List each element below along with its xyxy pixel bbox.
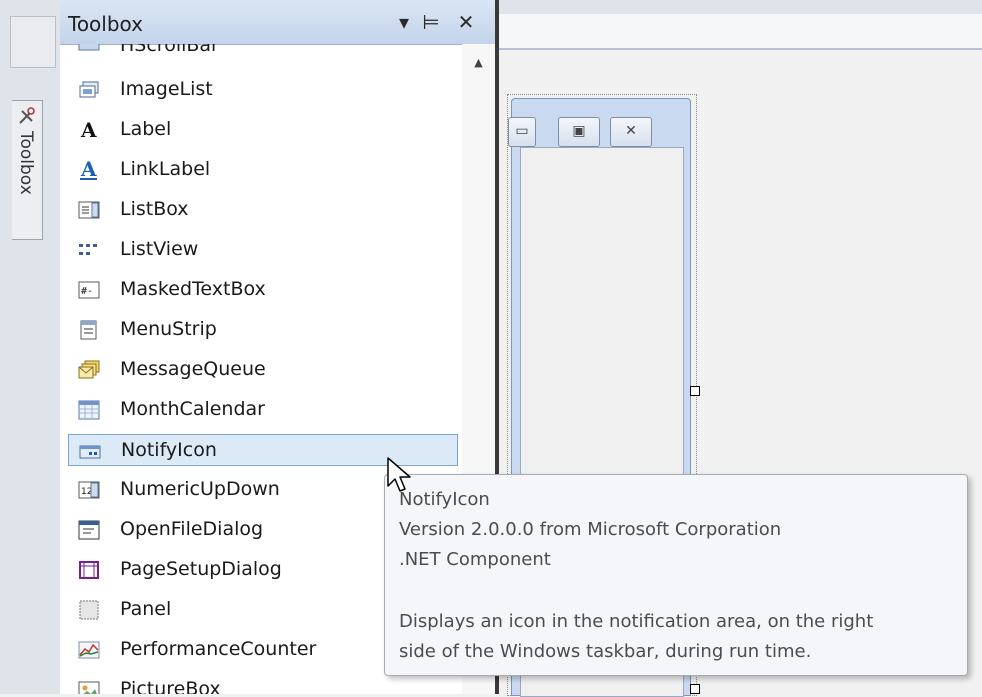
- maskedtextbox-icon: #-: [78, 281, 100, 299]
- listview-icon: [79, 244, 97, 255]
- document-tab-strip: [499, 14, 982, 50]
- designer-top-bar: [499, 0, 982, 14]
- scroll-up-arrow-icon[interactable]: ▲: [462, 56, 495, 76]
- toolbox-item-label: MenuStrip: [120, 318, 217, 340]
- label-icon: A: [80, 120, 97, 140]
- toolbox-item-monthcalendar[interactable]: MonthCalendar: [68, 394, 458, 426]
- close-icon: ✕: [610, 117, 652, 147]
- toolbox-item-label: MaskedTextBox: [120, 278, 266, 300]
- toolbox-item-hscrollbar[interactable]: HScrollBar: [68, 44, 458, 62]
- window-position-dropdown-icon[interactable]: ▾: [393, 9, 415, 35]
- toolbox-item-label: OpenFileDialog: [120, 518, 264, 540]
- toolbox-title: Toolbox: [68, 12, 143, 36]
- panel-icon: [79, 600, 99, 620]
- svg-text:#-: #-: [81, 286, 93, 297]
- toolbox-item-label: MonthCalendar: [120, 398, 265, 420]
- messagequeue-icon: [78, 360, 100, 379]
- monthcalendar-icon: [78, 400, 100, 420]
- toolbox-item-label: PageSetupDialog: [120, 558, 282, 580]
- toolbox-item-label: Label: [120, 118, 172, 140]
- toolbox-item-messagequeue[interactable]: MessageQueue: [68, 354, 458, 386]
- toolbox-item-label: ImageList: [120, 78, 213, 100]
- toolbox-item-maskedtextbox[interactable]: #- MaskedTextBox: [68, 274, 458, 306]
- strip-top-tab[interactable]: [10, 16, 56, 68]
- resize-handle-bottom-right[interactable]: [690, 684, 700, 694]
- svg-text:A: A: [80, 120, 97, 140]
- autohide-strip: Toolbox: [0, 0, 60, 694]
- tooltip-description-line2: side of the Windows taskbar, during run …: [399, 641, 812, 662]
- toolbox-item-label: Panel: [120, 598, 172, 620]
- toolbox-header: Toolbox ▾ ⊨ ✕: [60, 0, 495, 45]
- auto-hide-pin-icon[interactable]: ⊨: [420, 9, 442, 35]
- toolbox-item-label: NotifyIcon: [121, 439, 217, 461]
- linklabel-icon: A: [80, 160, 97, 180]
- tooltip-version: Version 2.0.0.0 from Microsoft Corporati…: [399, 519, 782, 540]
- minimize-icon: ▭: [508, 117, 536, 147]
- openfiledialog-icon: [78, 520, 100, 540]
- toolbox-item-listview[interactable]: ListView: [68, 234, 458, 266]
- imagelist-icon: [79, 81, 99, 98]
- toolbox-item-label: NumericUpDown: [120, 478, 280, 500]
- toolbox-item-listbox[interactable]: ListBox: [68, 194, 458, 226]
- item-tooltip: NotifyIcon Version 2.0.0.0 from Microsof…: [384, 474, 968, 676]
- toolbox-icon: [19, 107, 35, 124]
- toolbox-side-tab[interactable]: Toolbox: [12, 100, 43, 240]
- toolbox-item-imagelist[interactable]: ImageList: [68, 74, 458, 106]
- toolbox-item-label-control[interactable]: A Label: [68, 114, 458, 146]
- toolbox-item-label: HScrollBar: [120, 44, 219, 56]
- tooltip-description-line1: Displays an icon in the notification are…: [399, 611, 874, 632]
- toolbox-item-label: PictureBox: [120, 678, 221, 694]
- toolbox-item-label: LinkLabel: [120, 158, 211, 180]
- close-icon[interactable]: ✕: [455, 9, 477, 35]
- hscrollbar-icon: [78, 44, 100, 51]
- toolbox-item-label: ListView: [120, 238, 199, 260]
- tooltip-type: .NET Component: [399, 549, 551, 570]
- toolbox-item-label: PerformanceCounter: [120, 638, 317, 660]
- toolbox-item-picturebox[interactable]: PictureBox: [68, 674, 458, 694]
- toolbox-item-label: ListBox: [120, 198, 189, 220]
- resize-handle-right[interactable]: [690, 386, 700, 396]
- picturebox-icon: [78, 681, 100, 694]
- listbox-icon: [78, 201, 100, 219]
- toolbox-item-linklabel[interactable]: A LinkLabel: [68, 154, 458, 186]
- mouse-pointer-icon: [387, 457, 411, 492]
- maximize-icon: ▣: [558, 117, 600, 147]
- menustrip-icon: [80, 320, 97, 340]
- numericupdown-icon: 12: [78, 481, 100, 499]
- notifyicon-icon: [79, 445, 101, 459]
- svg-text:A: A: [80, 160, 97, 180]
- toolbox-item-menustrip[interactable]: MenuStrip: [68, 314, 458, 346]
- performancecounter-icon: [78, 641, 100, 659]
- pagesetupdialog-icon: [79, 561, 99, 579]
- toolbox-item-label: MessageQueue: [120, 358, 266, 380]
- toolbox-side-tab-label: Toolbox: [16, 131, 36, 195]
